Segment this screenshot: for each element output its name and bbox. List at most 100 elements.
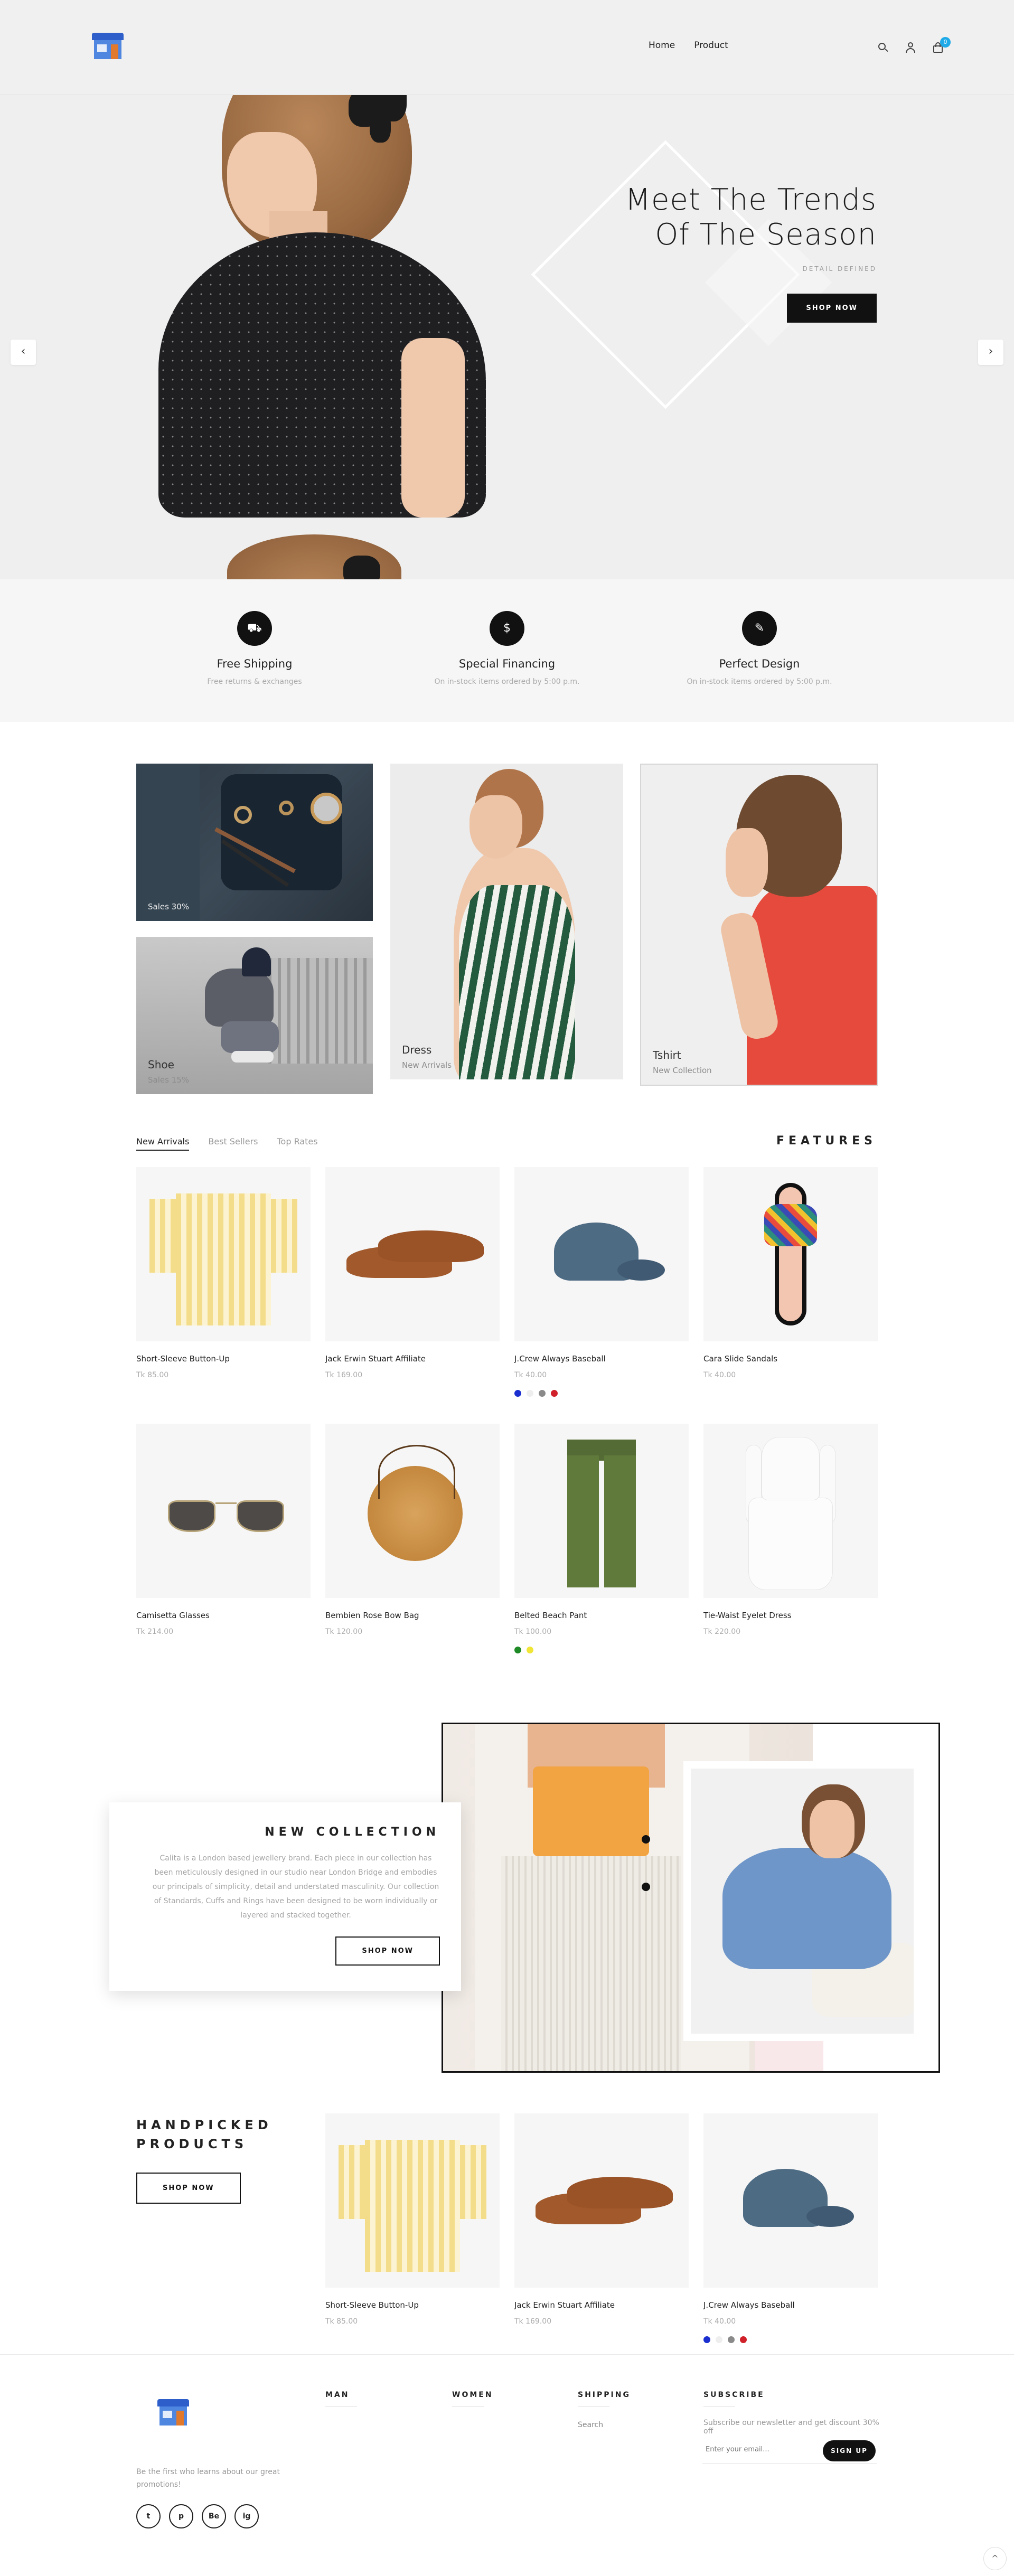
- twitter-icon[interactable]: t: [136, 2504, 161, 2528]
- product-name[interactable]: Short-Sleeve Button-Up: [136, 1354, 311, 1364]
- banner-tshirt[interactable]: Tshirt New Collection: [640, 764, 878, 1086]
- product-name[interactable]: Camisetta Glasses: [136, 1611, 311, 1620]
- banner-label: Shoe: [148, 1058, 174, 1071]
- product-name[interactable]: Jack Erwin Stuart Affiliate: [325, 1354, 500, 1364]
- nav-product[interactable]: Product: [694, 40, 728, 51]
- banner-accessories[interactable]: Sales 30%: [136, 764, 373, 921]
- footer-tagline: Be the first who learns about our great …: [136, 2468, 280, 2489]
- product-card[interactable]: Tie-Waist Eyelet Dress Tk 220.00: [703, 1424, 878, 1636]
- product-price: Tk 40.00: [514, 1371, 547, 1379]
- product-image[interactable]: [325, 2113, 500, 2288]
- color-swatches: [514, 1390, 689, 1397]
- product-card[interactable]: Belted Beach Pant Tk 100.00: [514, 1424, 689, 1653]
- user-icon[interactable]: [904, 41, 917, 54]
- hero-model-image: [143, 95, 491, 579]
- product-name[interactable]: Bembien Rose Bow Bag: [325, 1611, 500, 1620]
- product-card[interactable]: J.Crew Always Baseball Tk 40.00: [703, 2113, 878, 2343]
- swatch-white[interactable]: [716, 2336, 722, 2343]
- product-card[interactable]: Camisetta Glasses Tk 214.00: [136, 1424, 311, 1636]
- product-image[interactable]: [703, 1424, 878, 1598]
- product-tabs: New Arrivals Best Sellers Top Rates: [136, 1136, 318, 1151]
- cart-icon[interactable]: 0: [932, 37, 951, 54]
- swatch-blue[interactable]: [514, 1390, 521, 1397]
- product-name[interactable]: J.Crew Always Baseball: [514, 1354, 689, 1364]
- main-nav: Home Product: [649, 40, 728, 51]
- footer-heading: WOMEN: [452, 2391, 493, 2399]
- product-card[interactable]: Bembien Rose Bow Bag Tk 120.00: [325, 1424, 500, 1636]
- new-collection-card: NEW COLLECTION Calita is a London based …: [109, 1802, 461, 1991]
- service-title: Perfect Design: [719, 657, 800, 670]
- service-subtitle: On in-stock items ordered by 5:00 p.m.: [687, 678, 832, 686]
- product-image[interactable]: [136, 1167, 311, 1341]
- footer-link-search[interactable]: Search: [578, 2421, 631, 2429]
- product-name[interactable]: Jack Erwin Stuart Affiliate: [514, 2300, 689, 2310]
- collection-shop-now-button[interactable]: SHOP NOW: [335, 1936, 440, 1966]
- product-price: Tk 85.00: [325, 2317, 358, 2326]
- banner-shoe[interactable]: Shoe Sales 15%: [136, 937, 373, 1094]
- product-name[interactable]: Short-Sleeve Button-Up: [325, 2300, 500, 2310]
- swatch-white[interactable]: [527, 1390, 533, 1397]
- pinterest-icon[interactable]: p: [169, 2504, 193, 2528]
- store-logo[interactable]: [91, 33, 125, 60]
- sign-up-button[interactable]: SIGN UP: [823, 2440, 876, 2461]
- logo-roof: [92, 33, 124, 40]
- product-card[interactable]: Jack Erwin Stuart Affiliate Tk 169.00: [514, 2113, 689, 2326]
- product-image[interactable]: [514, 2113, 689, 2288]
- email-field[interactable]: [706, 2446, 811, 2453]
- back-to-top-button[interactable]: ^: [983, 2547, 1007, 2570]
- swatch-gray[interactable]: [539, 1390, 546, 1397]
- product-image[interactable]: [514, 1424, 689, 1598]
- product-card[interactable]: Jack Erwin Stuart Affiliate Tk 169.00: [325, 1167, 500, 1379]
- swatch-blue[interactable]: [703, 2336, 710, 2343]
- tab-new-arrivals[interactable]: New Arrivals: [136, 1136, 190, 1151]
- product-image[interactable]: [703, 2113, 878, 2288]
- product-image[interactable]: [136, 1424, 311, 1598]
- product-image[interactable]: [514, 1167, 689, 1341]
- collection-inset-photo: [683, 1761, 921, 2041]
- product-price: Tk 85.00: [136, 1371, 169, 1379]
- swatch-green[interactable]: [514, 1647, 521, 1653]
- swatch-red[interactable]: [740, 2336, 747, 2343]
- tab-top-rates[interactable]: Top Rates: [277, 1136, 317, 1151]
- swatch-yellow[interactable]: [527, 1647, 533, 1653]
- social-links: t p Be ig: [136, 2504, 259, 2528]
- swatch-gray[interactable]: [728, 2336, 735, 2343]
- product-image[interactable]: [325, 1424, 500, 1598]
- service-title: Free Shipping: [217, 657, 293, 670]
- slider-next-button[interactable]: ›: [978, 340, 1003, 365]
- tab-best-sellers[interactable]: Best Sellers: [208, 1136, 258, 1151]
- footer-col-subscribe: SUBSCRIBE Subscribe our newsletter and g…: [703, 2391, 883, 2436]
- site-footer: Be the first who learns about our great …: [0, 2354, 1014, 2576]
- banner-subtitle: Sales 30%: [148, 902, 190, 911]
- product-card[interactable]: J.Crew Always Baseball Tk 40.00: [514, 1167, 689, 1397]
- handpicked-shop-now-button[interactable]: SHOP NOW: [136, 2173, 241, 2204]
- instagram-icon[interactable]: ig: [234, 2504, 259, 2528]
- banner-subtitle: New Arrivals: [402, 1060, 452, 1070]
- search-icon[interactable]: [877, 41, 889, 54]
- banner-dress[interactable]: Dress New Arrivals: [390, 764, 623, 1079]
- product-name[interactable]: Tie-Waist Eyelet Dress: [703, 1611, 878, 1620]
- product-price: Tk 40.00: [703, 2317, 736, 2326]
- behance-icon[interactable]: Be: [202, 2504, 226, 2528]
- product-card[interactable]: Cara Slide Sandals Tk 40.00: [703, 1167, 878, 1379]
- product-name[interactable]: Cara Slide Sandals: [703, 1354, 878, 1364]
- hero-shop-now-button[interactable]: SHOP NOW: [787, 294, 877, 323]
- product-name[interactable]: Belted Beach Pant: [514, 1611, 689, 1620]
- hero-slider: Meet The Trends Of The Season DETAIL DEF…: [0, 95, 1014, 579]
- product-price: Tk 169.00: [514, 2317, 552, 2326]
- product-image[interactable]: [325, 1167, 500, 1341]
- service-free-shipping: ⛟ Free Shipping Free returns & exchanges: [144, 611, 365, 686]
- collection-description: Calita is a London based jewellery brand…: [152, 1854, 439, 1920]
- swatch-red[interactable]: [551, 1390, 558, 1397]
- product-image[interactable]: [703, 1167, 878, 1341]
- slider-prev-button[interactable]: ‹: [11, 340, 36, 365]
- footer-heading: SUBSCRIBE: [703, 2391, 765, 2399]
- banner-label: Tshirt: [653, 1049, 681, 1061]
- product-card[interactable]: Short-Sleeve Button-Up Tk 85.00: [136, 1167, 311, 1379]
- nav-home[interactable]: Home: [649, 40, 675, 51]
- logo-window: [97, 44, 107, 52]
- hair-bow: [349, 95, 407, 143]
- footer-logo[interactable]: [156, 2399, 190, 2427]
- product-card[interactable]: Short-Sleeve Button-Up Tk 85.00: [325, 2113, 500, 2326]
- product-name[interactable]: J.Crew Always Baseball: [703, 2300, 878, 2310]
